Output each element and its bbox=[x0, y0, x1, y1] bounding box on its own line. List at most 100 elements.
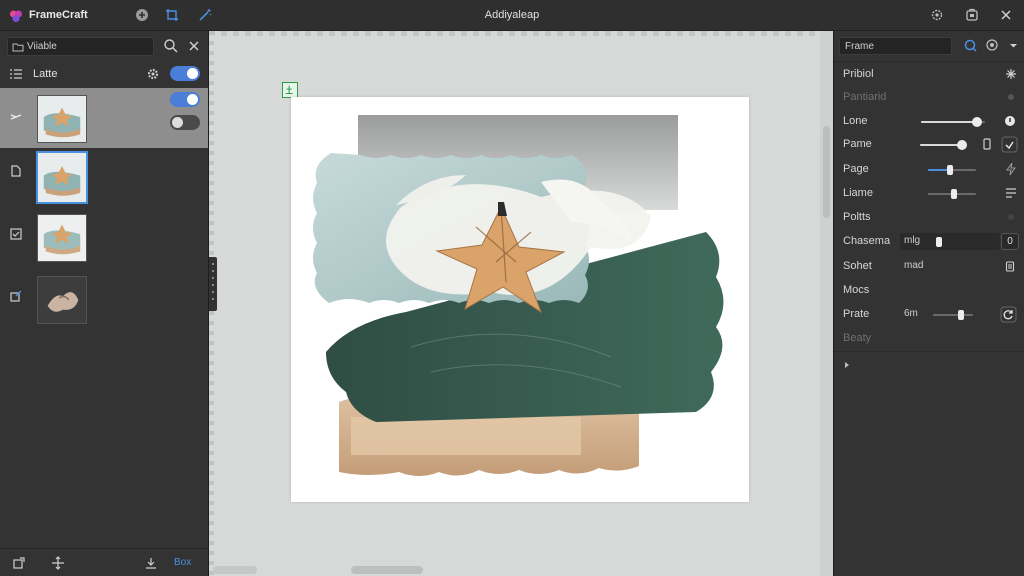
property-label: Mocs bbox=[843, 284, 870, 296]
property-row: Chasema mlg 0 bbox=[834, 230, 1024, 254]
new-layer-icon[interactable] bbox=[12, 556, 26, 570]
frame-name-input[interactable] bbox=[839, 37, 952, 55]
footer-action-label[interactable]: Box bbox=[174, 557, 191, 568]
phone-icon[interactable] bbox=[980, 137, 994, 151]
drop-icon[interactable] bbox=[1003, 114, 1017, 128]
layer-row[interactable] bbox=[0, 149, 208, 209]
expand-arrow-icon[interactable] bbox=[842, 360, 852, 370]
crop-icon[interactable] bbox=[164, 7, 180, 23]
property-row: Lone bbox=[834, 110, 1024, 134]
title-bar: FrameCraft Addiyaleap bbox=[0, 0, 1024, 31]
chevron-down-icon[interactable] bbox=[1005, 37, 1022, 54]
layer-row[interactable] bbox=[0, 211, 208, 271]
property-label: Sohet bbox=[843, 260, 872, 272]
layer-thumbnail-image bbox=[38, 215, 86, 261]
horizontal-scrollbar-start[interactable] bbox=[213, 566, 257, 574]
top-ruler bbox=[209, 31, 833, 36]
layer-search-input[interactable] bbox=[27, 39, 151, 54]
property-label: Lone bbox=[843, 115, 868, 127]
layer-thumbnail-image bbox=[38, 96, 86, 142]
folder-icon bbox=[12, 43, 24, 52]
bolt-icon[interactable] bbox=[1004, 162, 1018, 176]
anchor-marker[interactable] bbox=[282, 82, 298, 98]
refresh-icon[interactable] bbox=[1000, 306, 1017, 323]
panel-divider bbox=[834, 351, 1024, 352]
property-label: Beaty bbox=[843, 332, 872, 344]
trash-icon[interactable] bbox=[1003, 259, 1017, 273]
prate-slider[interactable] bbox=[933, 310, 973, 320]
layer-thumbnail[interactable] bbox=[37, 276, 87, 324]
settings-icon[interactable] bbox=[929, 7, 945, 23]
gear-icon[interactable] bbox=[146, 67, 160, 81]
app-name: FrameCraft bbox=[29, 9, 88, 21]
anchor-icon bbox=[285, 85, 293, 95]
chasema-slider[interactable] bbox=[936, 237, 996, 247]
canvas-area[interactable] bbox=[209, 31, 833, 576]
property-label: Pantiarid bbox=[843, 91, 887, 103]
checklist-icon bbox=[10, 228, 22, 240]
link-icon[interactable] bbox=[1001, 136, 1018, 153]
magic-wand-icon[interactable] bbox=[197, 7, 213, 23]
layer-group-header[interactable]: Latte bbox=[0, 62, 208, 86]
layer-thumbnail-image bbox=[38, 277, 86, 323]
layer-thumbnail[interactable] bbox=[37, 95, 87, 143]
layer-row[interactable] bbox=[0, 273, 208, 333]
property-row: Prate 6m bbox=[834, 303, 1024, 327]
list-icon bbox=[10, 69, 22, 79]
close-icon[interactable] bbox=[998, 7, 1014, 23]
property-label: Pribiol bbox=[843, 68, 874, 80]
liame-slider[interactable] bbox=[928, 189, 976, 199]
vertical-scrollbar[interactable] bbox=[823, 126, 830, 218]
faded-icon bbox=[1008, 214, 1014, 220]
horizontal-scrollbar[interactable] bbox=[351, 566, 423, 574]
move-icon[interactable] bbox=[51, 556, 65, 570]
target-icon[interactable] bbox=[984, 37, 1001, 54]
prate-value: 6m bbox=[904, 308, 918, 319]
lone-slider[interactable] bbox=[921, 117, 985, 127]
property-row: Pribiol bbox=[834, 63, 1024, 87]
layer-thumbnail-image bbox=[38, 154, 86, 201]
vertical-scroll-track bbox=[820, 31, 833, 576]
page-slider[interactable] bbox=[928, 165, 976, 175]
panel-resize-handle[interactable] bbox=[209, 257, 217, 311]
property-label: Poltts bbox=[843, 211, 871, 223]
layer-lock-toggle[interactable] bbox=[170, 115, 200, 130]
download-icon[interactable] bbox=[144, 556, 158, 570]
layer-visibility-toggle[interactable] bbox=[170, 92, 200, 107]
search-icon[interactable] bbox=[162, 37, 180, 55]
chasema-value: mlg bbox=[904, 235, 921, 246]
layer-thumbnail[interactable] bbox=[36, 151, 88, 204]
pame-slider[interactable] bbox=[920, 140, 968, 150]
layers-footer: Box bbox=[0, 548, 208, 576]
layers-panel: Latte bbox=[0, 31, 209, 576]
layer-search-box[interactable] bbox=[7, 37, 154, 56]
property-row: Liame bbox=[834, 182, 1024, 206]
plus-circle-icon[interactable] bbox=[134, 7, 150, 23]
property-row: Pantiarid bbox=[834, 86, 1024, 110]
edit-icon bbox=[10, 290, 22, 302]
panel-divider bbox=[834, 61, 1024, 62]
sparkle-icon[interactable] bbox=[1004, 67, 1018, 81]
sohet-value[interactable]: mad bbox=[904, 260, 923, 271]
chasema-number[interactable]: 0 bbox=[1001, 233, 1019, 250]
property-label: Liame bbox=[843, 187, 873, 199]
property-row: Mocs bbox=[834, 279, 1024, 303]
align-icon[interactable] bbox=[1004, 186, 1018, 200]
layer-type-icon bbox=[10, 114, 22, 120]
property-label: Prate bbox=[843, 308, 870, 320]
property-label: Pame bbox=[843, 138, 872, 150]
layer-group-label: Latte bbox=[33, 68, 58, 80]
close-search-icon[interactable] bbox=[185, 37, 203, 55]
artwork-image bbox=[313, 115, 724, 476]
page-icon bbox=[11, 165, 21, 177]
property-label: Page bbox=[843, 163, 869, 175]
app-logo-icon bbox=[10, 10, 22, 22]
layer-group-visibility-toggle[interactable] bbox=[170, 66, 200, 81]
document-title: Addiyaleap bbox=[484, 9, 540, 21]
artboard[interactable] bbox=[291, 97, 749, 502]
export-icon[interactable] bbox=[964, 7, 980, 23]
fill-icon[interactable] bbox=[962, 37, 979, 54]
property-row: Page bbox=[834, 158, 1024, 182]
layer-thumbnail[interactable] bbox=[37, 214, 87, 262]
layer-row[interactable] bbox=[0, 88, 208, 148]
